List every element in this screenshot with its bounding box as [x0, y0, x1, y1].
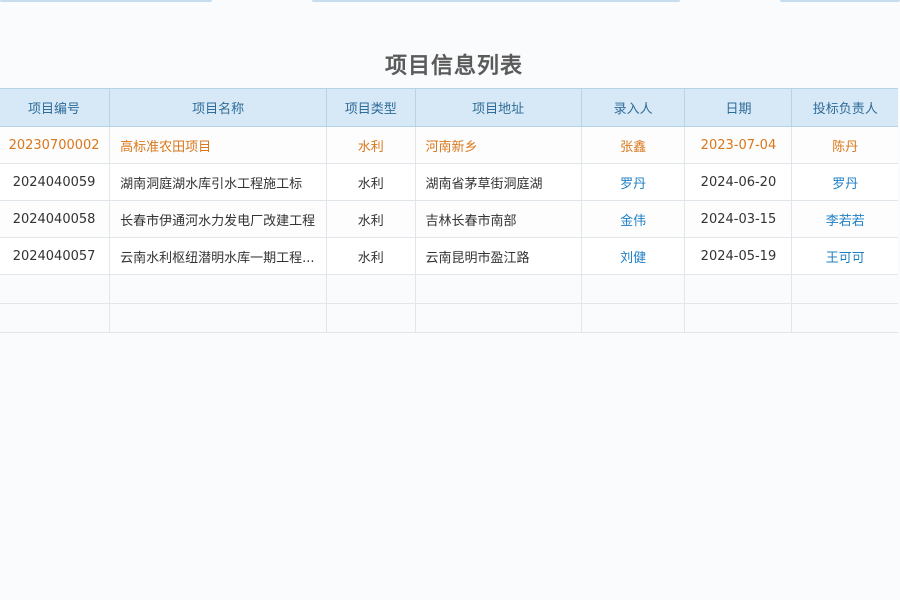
cell-project-address: 云南昆明市盈江路: [414, 237, 582, 275]
cell-entered-by-link[interactable]: 金伟: [580, 200, 685, 238]
cell-entered-by-link[interactable]: 张鑫: [580, 126, 685, 164]
cell-project-address: 湖南省茅草街洞庭湖: [414, 163, 582, 201]
top-decoration: [0, 0, 900, 3]
cell-project-name: 长春市伊通河水力发电厂改建工程: [109, 200, 327, 238]
column-header-entered-by[interactable]: 录入人: [580, 88, 685, 127]
empty-cell: [580, 274, 685, 304]
cell-project-address: 吉林长春市南部: [414, 200, 582, 238]
empty-cell: [326, 303, 416, 333]
table-row-empty: [0, 274, 898, 304]
cell-bid-lead-link[interactable]: 王可可: [791, 237, 898, 275]
top-strip: [0, 0, 212, 2]
column-header-bid-lead[interactable]: 投标负责人: [791, 88, 898, 127]
cell-bid-lead-link[interactable]: 罗丹: [791, 163, 898, 201]
empty-cell: [109, 274, 327, 304]
cell-project-name: 高标准农田项目: [109, 126, 327, 164]
column-header-address[interactable]: 项目地址: [414, 88, 582, 127]
cell-project-id: 20230700002: [0, 126, 110, 164]
table-row[interactable]: 2024040057 云南水利枢纽潜明水库一期工程... 水利 云南昆明市盈江路…: [0, 237, 898, 275]
table-row[interactable]: 2024040058 长春市伊通河水力发电厂改建工程 水利 吉林长春市南部 金伟…: [0, 200, 898, 238]
empty-cell: [791, 274, 898, 304]
column-header-type[interactable]: 项目类型: [326, 88, 416, 127]
cell-project-address: 河南新乡: [414, 126, 582, 164]
cell-entered-by-link[interactable]: 罗丹: [580, 163, 685, 201]
project-table: 项目编号 项目名称 项目类型 项目地址 录入人 日期 投标负责人 2023070…: [0, 88, 898, 333]
cell-project-type: 水利: [326, 200, 416, 238]
cell-date: 2024-05-19: [684, 237, 792, 275]
empty-cell: [414, 274, 582, 304]
cell-project-id: 2024040057: [0, 237, 110, 275]
page-title: 项目信息列表: [384, 54, 523, 79]
empty-cell: [109, 303, 327, 333]
empty-cell: [326, 274, 416, 304]
top-strip: [780, 0, 900, 2]
empty-cell: [791, 303, 898, 333]
empty-cell: [414, 303, 582, 333]
cell-project-id: 2024040059: [0, 163, 110, 201]
empty-cell: [580, 303, 685, 333]
table-row[interactable]: 2024040059 湖南洞庭湖水库引水工程施工标 水利 湖南省茅草街洞庭湖 罗…: [0, 163, 898, 201]
top-strip: [312, 0, 680, 2]
empty-cell: [0, 303, 110, 333]
table-row-selected[interactable]: 20230700002 高标准农田项目 水利 河南新乡 张鑫 2023-07-0…: [0, 126, 898, 164]
column-header-date[interactable]: 日期: [684, 88, 792, 127]
cell-project-type: 水利: [326, 237, 416, 275]
empty-cell: [684, 303, 792, 333]
empty-cell: [684, 274, 792, 304]
cell-bid-lead-link[interactable]: 陈丹: [791, 126, 898, 164]
column-header-name[interactable]: 项目名称: [109, 88, 327, 127]
project-list-page: 项目信息列表 项目编号 项目名称 项目类型 项目地址 录入人 日期 投标负责人: [0, 0, 900, 600]
cell-bid-lead-link[interactable]: 李若若: [791, 200, 898, 238]
cell-project-name: 湖南洞庭湖水库引水工程施工标: [109, 163, 327, 201]
table-row-empty: [0, 303, 898, 333]
column-header-id[interactable]: 项目编号: [0, 88, 110, 127]
cell-project-id: 2024040058: [0, 200, 110, 238]
cell-date: 2024-03-15: [684, 200, 792, 238]
cell-date: 2024-06-20: [684, 163, 792, 201]
cell-entered-by-link[interactable]: 刘健: [580, 237, 685, 275]
cell-project-type: 水利: [326, 163, 416, 201]
table-header-row: 项目编号 项目名称 项目类型 项目地址 录入人 日期 投标负责人: [0, 88, 898, 127]
cell-project-name: 云南水利枢纽潜明水库一期工程...: [109, 237, 327, 275]
cell-date: 2023-07-04: [684, 126, 792, 164]
empty-cell: [0, 274, 110, 304]
cell-project-type: 水利: [326, 126, 416, 164]
